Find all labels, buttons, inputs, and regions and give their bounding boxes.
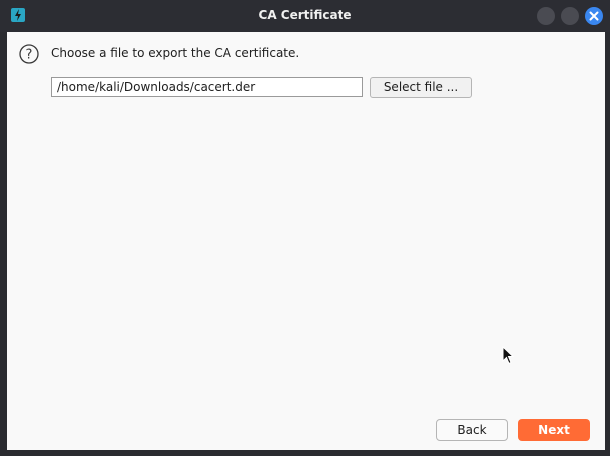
export-prompt: Choose a file to export the CA certifica… (51, 46, 300, 60)
minimize-button[interactable] (537, 7, 555, 25)
maximize-button[interactable] (561, 7, 579, 25)
title-bar[interactable]: CA Certificate (0, 0, 610, 32)
file-path-input[interactable] (51, 77, 363, 97)
question-mark-icon: ? (19, 44, 39, 64)
dialog-content: ? Choose a file to export the CA certifi… (7, 32, 605, 450)
mouse-pointer-icon (502, 345, 515, 370)
close-x-icon (589, 11, 599, 21)
close-button[interactable] (585, 7, 603, 25)
window-title: CA Certificate (258, 8, 352, 22)
dialog-window: CA Certificate ? Choose a file to export… (0, 0, 610, 456)
back-button[interactable]: Back (436, 419, 508, 441)
select-file-button[interactable]: Select file ... (370, 77, 472, 98)
svg-text:?: ? (26, 48, 33, 63)
next-button[interactable]: Next (518, 419, 590, 441)
